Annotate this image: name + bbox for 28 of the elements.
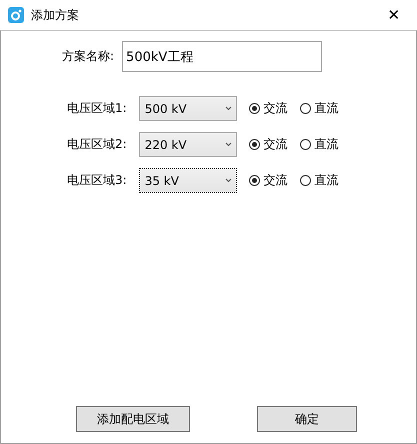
radio-option[interactable]: 直流 (300, 172, 339, 189)
name-field[interactable]: 500kV工程 (122, 41, 322, 72)
voltage-dropdown[interactable]: 500 kV (138, 96, 237, 121)
region-label: 电压区域3: (67, 172, 127, 189)
radio-icon[interactable] (248, 103, 260, 114)
region-label: 电压区域2: (67, 136, 127, 153)
radio-option[interactable]: 交流 (248, 136, 288, 153)
radio-option[interactable]: 直流 (300, 136, 339, 153)
close-button[interactable]: ✕ (379, 2, 409, 28)
voltage-dropdown[interactable]: 35 kV (138, 168, 237, 193)
radio-icon[interactable] (300, 139, 311, 150)
radio-icon[interactable] (248, 175, 260, 186)
chevron-down-icon (224, 178, 232, 183)
add-region-button[interactable]: 添加配电区域 (76, 406, 190, 432)
radio-icon[interactable] (300, 103, 311, 114)
name-label: 方案名称: (62, 48, 114, 65)
voltage-dropdown[interactable]: 220 kV (138, 132, 237, 157)
chevron-down-icon (224, 142, 232, 147)
window-title: 添加方案 (31, 6, 80, 24)
chevron-down-icon (224, 106, 232, 111)
radio-icon[interactable] (248, 139, 260, 150)
radio-icon[interactable] (300, 175, 311, 186)
region-label: 电压区域1: (67, 100, 127, 117)
radio-option[interactable]: 交流 (248, 100, 288, 117)
app-logo-icon (8, 7, 24, 23)
confirm-button[interactable]: 确定 (257, 406, 357, 432)
radio-option[interactable]: 直流 (300, 100, 339, 117)
radio-option[interactable]: 交流 (248, 172, 288, 189)
